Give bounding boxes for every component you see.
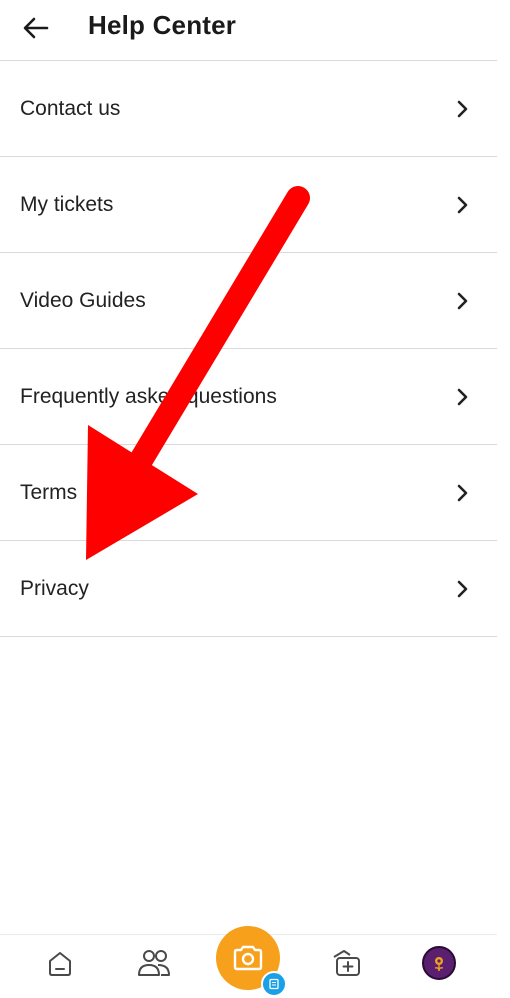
menu-item-privacy[interactable]: Privacy bbox=[0, 541, 497, 637]
people-icon bbox=[138, 950, 170, 976]
menu-item-contact-us[interactable]: Contact us bbox=[0, 61, 497, 157]
menu-item-terms[interactable]: Terms bbox=[0, 445, 497, 541]
page-title: Help Center bbox=[88, 10, 237, 40]
back-button[interactable] bbox=[14, 8, 58, 48]
help-menu: Contact us My tickets Video Guides Frequ… bbox=[0, 61, 497, 637]
nav-community[interactable] bbox=[136, 947, 172, 979]
header: Help Center bbox=[0, 0, 497, 61]
camera-icon bbox=[233, 945, 263, 971]
menu-item-my-tickets[interactable]: My tickets bbox=[0, 157, 497, 253]
chevron-right-icon bbox=[457, 580, 468, 598]
menu-item-label: Contact us bbox=[20, 96, 121, 120]
arrow-left-icon bbox=[23, 17, 49, 39]
menu-item-label: Frequently asked questions bbox=[20, 384, 277, 408]
chevron-right-icon bbox=[457, 196, 468, 214]
chevron-right-icon bbox=[457, 484, 468, 502]
document-icon bbox=[269, 978, 279, 990]
camera-badge bbox=[261, 971, 287, 997]
nav-add-gallery[interactable] bbox=[330, 947, 364, 979]
nav-home[interactable] bbox=[44, 947, 76, 979]
avatar[interactable] bbox=[422, 946, 456, 980]
menu-item-label: Terms bbox=[20, 480, 78, 504]
menu-item-video-guides[interactable]: Video Guides bbox=[0, 253, 497, 349]
menu-item-label: My tickets bbox=[20, 192, 114, 216]
add-gallery-icon bbox=[333, 950, 360, 976]
home-icon bbox=[49, 952, 71, 976]
flower-logo-icon bbox=[434, 957, 444, 972]
chevron-right-icon bbox=[457, 100, 468, 118]
menu-item-label: Video Guides bbox=[20, 288, 146, 312]
chevron-right-icon bbox=[457, 388, 468, 406]
menu-item-label: Privacy bbox=[20, 576, 89, 600]
menu-item-faq[interactable]: Frequently asked questions bbox=[0, 349, 497, 445]
chevron-right-icon bbox=[457, 292, 468, 310]
